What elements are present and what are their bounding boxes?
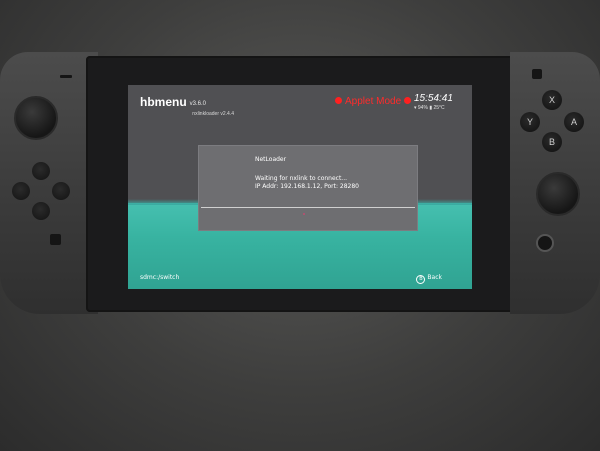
a-button[interactable]: A xyxy=(564,112,584,132)
netloader-message: Waiting for nxlink to connect... xyxy=(255,175,348,182)
wifi-icon: ▾ xyxy=(414,105,417,111)
right-analog-stick[interactable] xyxy=(536,172,580,216)
dpad-up-button[interactable] xyxy=(32,162,50,180)
b-button-icon: B xyxy=(416,275,426,284)
red-dot-icon xyxy=(404,97,412,104)
left-analog-stick[interactable] xyxy=(14,96,58,140)
temperature: 25°C xyxy=(433,105,445,111)
battery-percent: 94% xyxy=(417,105,428,111)
app-title: hbmenu xyxy=(140,95,187,109)
hbmenu-screen: hbmenu v3.6.0 nxlinkloader v2.4.4 Applet … xyxy=(128,85,472,289)
nxlink-version: nxlinkloader v2.4.4 xyxy=(192,111,234,117)
status-line: ▾ 94% ▮ 25°C xyxy=(414,105,460,111)
clock-time: 15:54:41 xyxy=(414,93,453,104)
home-button[interactable] xyxy=(536,234,554,252)
plus-button[interactable] xyxy=(532,69,542,79)
y-button[interactable]: Y xyxy=(520,112,540,132)
dpad-down-button[interactable] xyxy=(32,202,50,220)
applet-mode-label: Applet Mode xyxy=(345,96,402,107)
dpad-left-button[interactable] xyxy=(12,182,30,200)
status-area: 15:54:41 ▾ 94% ▮ 25°C xyxy=(414,93,460,111)
x-button[interactable]: X xyxy=(542,90,562,110)
current-path: sdmc:/switch xyxy=(140,274,180,281)
app-version: v3.6.0 xyxy=(189,101,207,107)
netloader-title: NetLoader xyxy=(255,156,287,163)
netloader-ip: IP Addr: 192.168.1.12, Port: 28280 xyxy=(255,183,360,190)
back-label: Back xyxy=(427,274,442,281)
red-dot-icon xyxy=(335,97,342,104)
netloader-dialog: NetLoader Waiting for nxlink to connect.… xyxy=(198,145,418,231)
minus-button[interactable] xyxy=(60,75,72,78)
b-button[interactable]: B xyxy=(542,132,562,152)
loading-indicator-icon xyxy=(303,213,305,215)
right-joycon: X Y A B xyxy=(510,52,600,314)
back-button[interactable]: B Back xyxy=(416,274,442,284)
capture-button[interactable] xyxy=(50,234,61,245)
applet-mode-indicator: Applet Mode xyxy=(332,96,414,107)
dpad-right-button[interactable] xyxy=(52,182,70,200)
dialog-divider xyxy=(201,207,415,208)
battery-icon: ▮ xyxy=(429,105,433,111)
hbmenu-header: hbmenu v3.6.0 nxlinkloader v2.4.4 xyxy=(140,93,234,117)
left-joycon xyxy=(0,52,98,314)
